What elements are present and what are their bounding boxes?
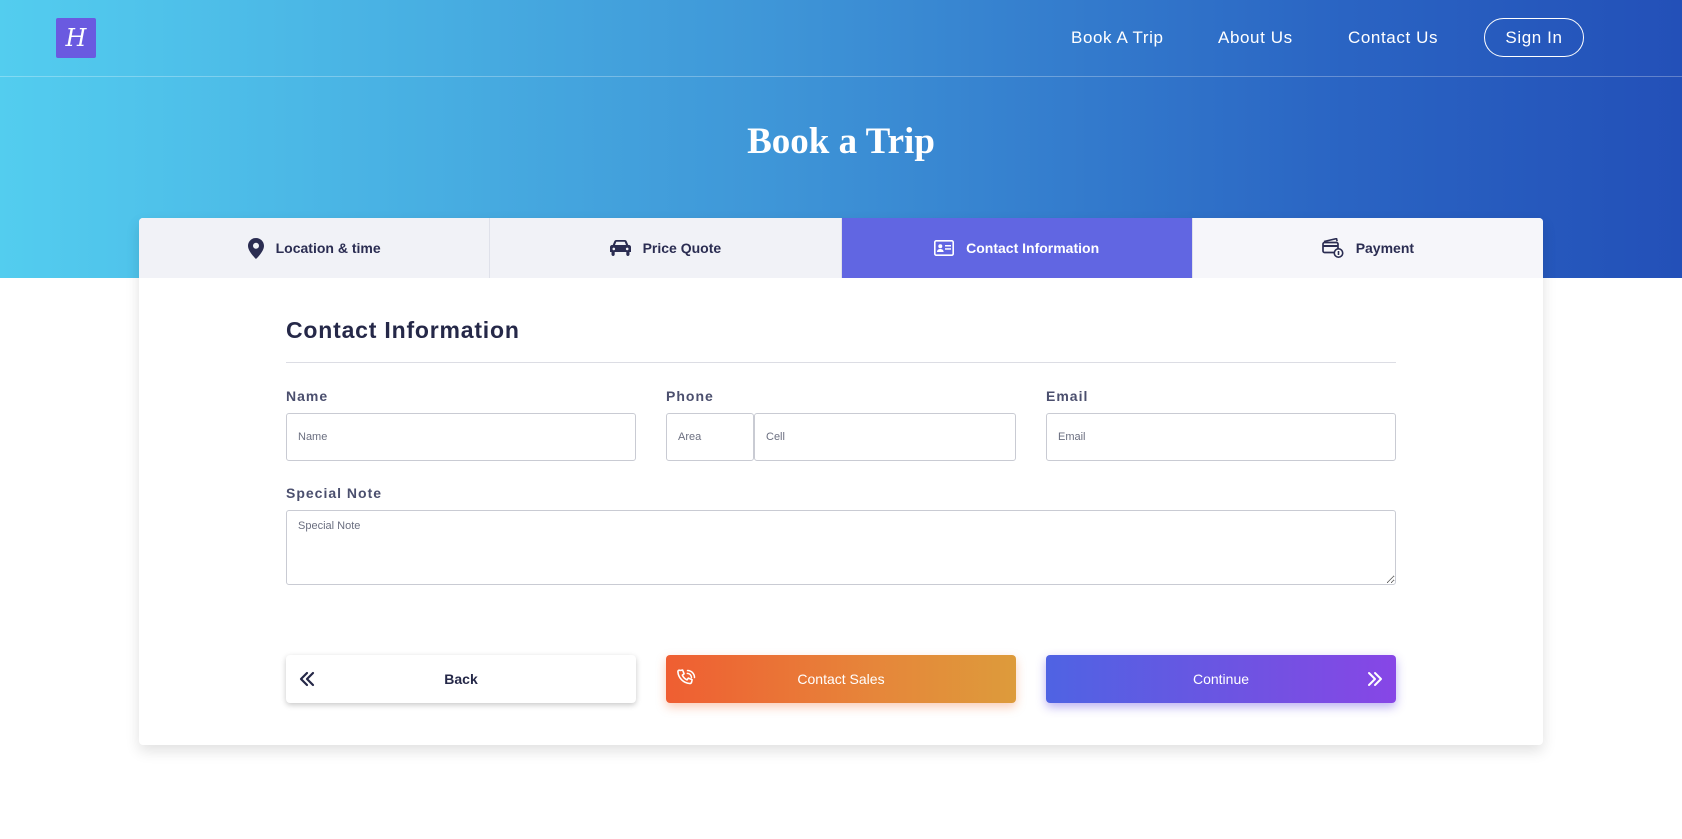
back-label: Back (444, 671, 478, 687)
phone-call-icon (675, 668, 697, 690)
site-logo[interactable]: H (56, 18, 96, 58)
special-note-label: Special Note (286, 485, 383, 501)
contact-sales-label: Contact Sales (797, 671, 885, 687)
sign-in-label: Sign In (1505, 27, 1563, 47)
nav-link-contact-us[interactable]: Contact Us (1348, 18, 1438, 58)
car-icon (609, 240, 631, 256)
step-tab-location-time[interactable]: Location & time (139, 218, 491, 278)
email-input[interactable] (1046, 413, 1396, 461)
step-label: Contact Information (966, 240, 1100, 256)
section-divider (286, 362, 1396, 363)
payment-icon (1321, 238, 1344, 258)
booking-steps: Location & time Price Quote Contact Info… (139, 218, 1543, 278)
top-navigation-bar: H Book A Trip About Us Contact Us Sign I… (0, 0, 1682, 77)
phone-label: Phone (666, 388, 714, 404)
double-chevron-left-icon (296, 668, 318, 690)
booking-card: Location & time Price Quote Contact Info… (139, 218, 1543, 745)
nav-link-book-a-trip[interactable]: Book A Trip (1071, 18, 1164, 58)
logo-letter: H (65, 24, 87, 52)
back-button[interactable]: Back (286, 655, 636, 703)
step-tab-payment[interactable]: Payment (1192, 218, 1543, 278)
location-pin-icon (247, 237, 264, 259)
step-label: Payment (1355, 240, 1415, 256)
double-chevron-right-icon (1364, 668, 1386, 690)
step-label: Price Quote (642, 240, 722, 256)
name-label: Name (286, 388, 329, 404)
step-tab-price-quote[interactable]: Price Quote (490, 218, 842, 278)
step-tab-contact-information[interactable]: Contact Information (841, 218, 1193, 278)
sign-in-button[interactable]: Sign In (1484, 18, 1584, 57)
phone-cell-input[interactable] (754, 413, 1016, 461)
special-note-textarea[interactable] (286, 510, 1396, 585)
step-label: Location & time (275, 240, 381, 256)
contact-sales-button[interactable]: Contact Sales (666, 655, 1016, 703)
name-input[interactable] (286, 413, 636, 461)
phone-area-input[interactable] (666, 413, 754, 461)
page-title: Book a Trip (747, 121, 935, 162)
form-section-title: Contact Information (286, 317, 520, 343)
continue-button[interactable]: Continue (1046, 655, 1396, 703)
nav-link-about-us[interactable]: About Us (1218, 18, 1293, 58)
email-label: Email (1046, 388, 1089, 404)
continue-label: Continue (1192, 671, 1250, 687)
contact-card-icon (934, 240, 955, 256)
